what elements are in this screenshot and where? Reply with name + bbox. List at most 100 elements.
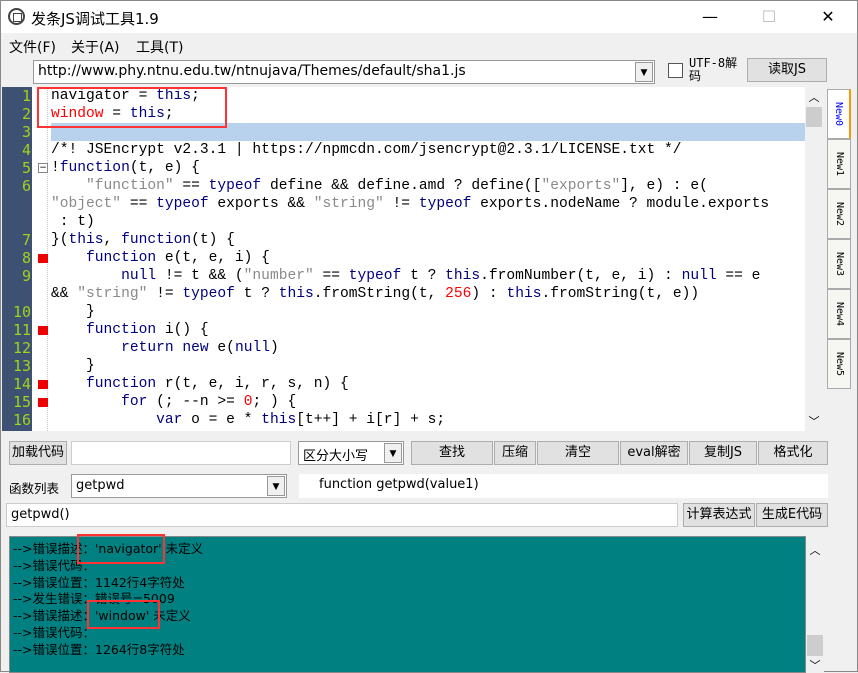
search-input[interactable] xyxy=(71,441,291,465)
code-line: for (; --n >= 0; ) { xyxy=(51,393,296,411)
tab-new3[interactable]: New3 xyxy=(827,239,851,289)
scroll-thumb[interactable] xyxy=(806,107,822,127)
code-line: function r(t, e, i, r, s, n) { xyxy=(51,375,349,393)
breakpoint-marker-icon[interactable] xyxy=(38,326,48,335)
line-number: 14 xyxy=(12,375,31,393)
menu-file[interactable]: 文件(F) xyxy=(9,37,56,57)
code-token: ) : xyxy=(471,286,507,302)
url-input[interactable]: http://www.phy.ntnu.edu.tw/ntnujava/Them… xyxy=(33,60,655,84)
eval-decrypt-button[interactable]: eval解密 xyxy=(620,441,688,465)
window-title: 发条JS调试工具1.9 xyxy=(31,10,159,28)
function-dropdown-button[interactable]: ▼ xyxy=(267,476,285,496)
scroll-up-icon[interactable]: ︿ xyxy=(805,89,823,105)
code-line: /*! JSEncrypt v2.3.1 | https://npmcdn.co… xyxy=(51,141,682,159)
code-token: , xyxy=(103,232,122,248)
code-token: this xyxy=(261,412,297,428)
code-token: var xyxy=(156,412,183,428)
breakpoint-marker-icon[interactable] xyxy=(38,380,48,389)
code-token: new xyxy=(182,340,209,356)
editor-scrollbar[interactable]: ︿ ﹀ xyxy=(805,87,823,431)
annotation-box xyxy=(87,600,160,629)
format-button[interactable]: 格式化 xyxy=(758,441,828,465)
code-line: : t) xyxy=(51,213,95,231)
code-token: typeof xyxy=(182,286,235,302)
utf8-checkbox[interactable] xyxy=(668,63,683,78)
tab-new1[interactable]: New1 xyxy=(827,139,851,189)
code-token: /*! JSEncrypt v2.3.1 | https://npmcdn.co… xyxy=(51,142,682,158)
breakpoint-marker-icon[interactable] xyxy=(38,398,48,407)
code-token: : t) xyxy=(51,214,95,230)
code-line: return new e(null) xyxy=(51,339,279,357)
menu-tools[interactable]: 工具(T) xyxy=(136,37,183,57)
code-line: } xyxy=(51,303,95,321)
output-console[interactable]: -->错误描述：'navigator' 未定义 -->错误代码： -->错误位置：1… xyxy=(9,534,806,673)
scroll-up-icon[interactable]: ︿ xyxy=(806,542,824,558)
code-token: [t++] + i[r] + s; xyxy=(296,412,446,428)
expression-input[interactable]: getpwd() xyxy=(6,503,678,527)
code-line: "function" == typeof define && define.am… xyxy=(51,177,708,195)
code-token: i() { xyxy=(156,322,209,338)
annotation-box xyxy=(77,534,165,564)
code-line: null != t && ("number" == typeof t ? thi… xyxy=(51,267,760,285)
url-dropdown-button[interactable]: ▼ xyxy=(635,62,653,82)
line-number: 4 xyxy=(21,141,31,159)
find-button[interactable]: 查找 xyxy=(411,441,493,465)
code-line: var o = e * this[t++] + i[r] + s; xyxy=(51,411,445,429)
code-editor[interactable]: 1 navigator = this; 2 window = this; 3 4/*! J… xyxy=(2,87,805,431)
menu-about[interactable]: 关于(A) xyxy=(71,37,120,57)
code-token: ; ) { xyxy=(252,394,297,410)
code-token: "function" xyxy=(86,178,174,194)
line-number: 11 xyxy=(12,321,31,339)
code-token: null xyxy=(234,340,270,356)
breakpoint-marker-icon[interactable] xyxy=(38,254,48,263)
copy-js-button[interactable]: 复制JS xyxy=(689,441,757,465)
code-token: typeof xyxy=(348,268,402,284)
output-scrollbar[interactable]: ︿ ﹀ xyxy=(806,536,824,673)
line-number: 12 xyxy=(12,339,31,357)
code-line: }(this, function(t) { xyxy=(51,231,235,249)
case-select-value: 区分大小写 xyxy=(303,449,369,464)
code-token: function xyxy=(59,160,130,176)
scroll-down-icon[interactable]: ﹀ xyxy=(805,413,823,429)
function-select[interactable]: getpwd ▼ xyxy=(71,474,287,498)
compress-button[interactable]: 压缩 xyxy=(494,441,536,465)
code-token: e(t, e, i) { xyxy=(156,250,270,266)
code-token: != t && ( xyxy=(156,268,244,284)
gen-e-code-button[interactable]: 生成E代码 xyxy=(756,503,828,527)
code-token: "object" xyxy=(51,196,122,212)
code-token: } xyxy=(51,358,95,374)
load-code-button[interactable]: 加载代码 xyxy=(9,441,67,465)
line-number: 15 xyxy=(12,393,31,411)
close-button[interactable]: ✕ xyxy=(805,5,851,29)
fold-toggle-icon[interactable]: − xyxy=(38,163,48,173)
code-token: exports && xyxy=(208,196,314,212)
tab-new0[interactable]: New0 xyxy=(827,89,851,139)
menu-bar: 文件(F) 关于(A) 工具(T) xyxy=(1,34,857,58)
scroll-thumb[interactable] xyxy=(807,635,823,656)
scroll-down-icon[interactable]: ﹀ xyxy=(806,657,824,673)
code-token: typeof xyxy=(156,196,209,212)
tab-new4[interactable]: New4 xyxy=(827,289,851,339)
line-number: 2 xyxy=(21,105,31,123)
tab-new5[interactable]: New5 xyxy=(827,339,851,389)
code-line: function e(t, e, i) { xyxy=(51,249,270,267)
tab-new2[interactable]: New2 xyxy=(827,189,851,239)
maximize-button[interactable]: ☐ xyxy=(746,5,792,29)
output-line: -->错误位置：1264行8字符处 xyxy=(13,641,185,657)
code-token: != xyxy=(383,196,419,212)
case-select[interactable]: 区分大小写 ▼ xyxy=(298,441,404,465)
read-js-button[interactable]: 读取JS xyxy=(747,58,827,82)
minimize-button[interactable]: — xyxy=(687,5,733,29)
case-dropdown-button[interactable]: ▼ xyxy=(384,443,402,463)
function-list-label: 函数列表 xyxy=(9,481,60,496)
calc-expression-button[interactable]: 计算表达式 xyxy=(683,503,755,527)
clear-button[interactable]: 清空 xyxy=(537,441,619,465)
title-bar: 发条JS调试工具1.9 — ☐ ✕ xyxy=(1,1,857,33)
code-line: function i() { xyxy=(51,321,209,339)
code-token: ! xyxy=(51,160,60,176)
code-token: this xyxy=(506,286,542,302)
code-token: this xyxy=(445,268,481,284)
